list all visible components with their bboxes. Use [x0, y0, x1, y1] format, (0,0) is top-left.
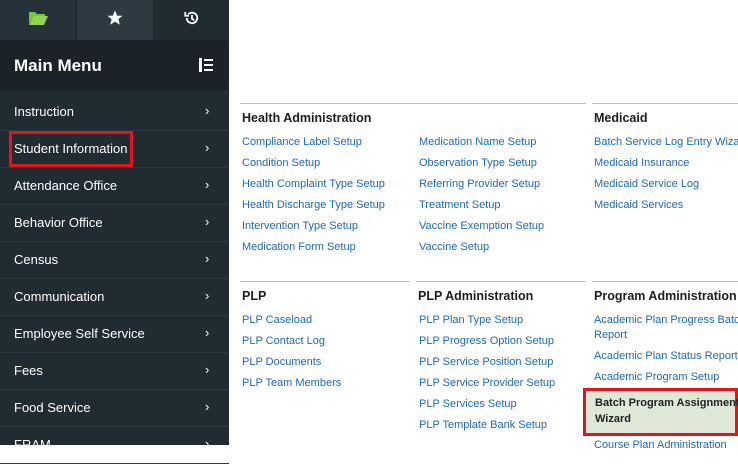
sidebar-item-label: Census	[14, 252, 59, 267]
link-batch-program-assignment-wizard[interactable]: Batch Program Assignment Wizard	[583, 388, 738, 436]
link-medicaid-insurance[interactable]: Medicaid Insurance	[594, 156, 689, 170]
link-health-complaint-type-setup[interactable]: Health Complaint Type Setup	[242, 177, 385, 191]
folder-open-icon	[28, 10, 48, 31]
sidebar-item-label: Instruction	[14, 104, 74, 119]
section-program-administration: Program Administration	[592, 281, 738, 311]
link-vaccine-setup[interactable]: Vaccine Setup	[419, 240, 489, 254]
chevron-right-icon: ›	[205, 399, 210, 414]
highlight-box	[9, 131, 133, 167]
selected-link-line1: Batch Program Assignment	[595, 397, 738, 409]
link-health-discharge-type-setup[interactable]: Health Discharge Type Setup	[242, 198, 385, 212]
sidebar-item-employee-self-service[interactable]: Employee Self Service ›	[0, 316, 229, 353]
sidebar-item-food-service[interactable]: Food Service ›	[0, 390, 229, 427]
link-plp-service-position-setup[interactable]: PLP Service Position Setup	[419, 355, 553, 369]
section-divider	[240, 281, 410, 282]
sidebar-item-census[interactable]: Census ›	[0, 242, 229, 279]
selected-link-line2: Wizard	[595, 413, 631, 425]
section-divider	[416, 281, 586, 282]
chevron-right-icon: ›	[205, 362, 210, 377]
section-medicaid: Medicaid	[592, 103, 738, 133]
section-divider	[592, 103, 738, 104]
history-icon	[183, 9, 201, 32]
section-title: Medicaid	[594, 111, 648, 125]
section-title: PLP Administration	[418, 289, 534, 303]
sidebar-item-label: Attendance Office	[14, 178, 118, 193]
chevron-right-icon: ›	[205, 325, 210, 340]
link-plp-documents[interactable]: PLP Documents	[242, 355, 321, 369]
sidebar-item-label: Employee Self Service	[14, 326, 145, 341]
sidebar-item-fram[interactable]: FRAM ›	[0, 427, 229, 464]
link-referring-provider-setup[interactable]: Referring Provider Setup	[419, 177, 540, 191]
link-academic-program-setup[interactable]: Academic Program Setup	[594, 370, 719, 384]
section-plp: PLP	[240, 281, 410, 311]
chevron-right-icon: ›	[205, 177, 210, 192]
link-compliance-label-setup[interactable]: Compliance Label Setup	[242, 135, 362, 149]
section-title: Program Administration	[594, 289, 737, 303]
chevron-right-icon: ›	[205, 436, 210, 451]
sidebar-item-fees[interactable]: Fees ›	[0, 353, 229, 390]
link-plp-progress-option-setup[interactable]: PLP Progress Option Setup	[419, 334, 554, 348]
sidebar-tab-bar	[0, 0, 229, 40]
link-observation-type-setup[interactable]: Observation Type Setup	[419, 156, 537, 170]
link-course-plan-administration[interactable]: Course Plan Administration	[594, 438, 727, 452]
chevron-right-icon: ›	[205, 103, 210, 118]
link-intervention-type-setup[interactable]: Intervention Type Setup	[242, 219, 358, 233]
star-icon	[106, 9, 124, 32]
link-plp-caseload[interactable]: PLP Caseload	[242, 313, 312, 327]
link-plp-team-members[interactable]: PLP Team Members	[242, 376, 341, 390]
link-academic-plan-progress-batch-line1[interactable]: Academic Plan Progress Batch	[594, 313, 738, 327]
section-title: Health Administration	[242, 111, 372, 125]
sidebar-item-label: Behavior Office	[14, 215, 103, 230]
main-menu-title: Main Menu	[14, 56, 102, 75]
tab-favorites[interactable]	[77, 0, 153, 40]
link-batch-service-log-entry-wizard[interactable]: Batch Service Log Entry Wizard	[594, 135, 738, 149]
tab-folder[interactable]	[0, 0, 76, 40]
section-title: PLP	[242, 289, 267, 303]
link-plp-template-bank-setup[interactable]: PLP Template Bank Setup	[419, 418, 547, 432]
sidebar-item-label: Fees	[14, 363, 43, 378]
sidebar-item-label: Food Service	[14, 400, 91, 415]
section-divider	[240, 103, 586, 104]
link-condition-setup[interactable]: Condition Setup	[242, 156, 320, 170]
sidebar-item-behavior-office[interactable]: Behavior Office ›	[0, 205, 229, 242]
link-medicaid-service-log[interactable]: Medicaid Service Log	[594, 177, 699, 191]
link-vaccine-exemption-setup[interactable]: Vaccine Exemption Setup	[419, 219, 544, 233]
chevron-right-icon: ›	[205, 214, 210, 229]
link-plp-services-setup[interactable]: PLP Services Setup	[419, 397, 517, 411]
link-academic-plan-status-report[interactable]: Academic Plan Status Report	[594, 349, 738, 363]
sidebar-item-communication[interactable]: Communication ›	[0, 279, 229, 316]
sidebar-item-label: Communication	[14, 289, 105, 304]
tree-view-icon[interactable]	[199, 58, 213, 77]
link-plp-contact-log[interactable]: PLP Contact Log	[242, 334, 325, 348]
tab-history[interactable]	[154, 0, 229, 40]
link-medication-name-setup[interactable]: Medication Name Setup	[419, 135, 536, 149]
chevron-right-icon: ›	[205, 288, 210, 303]
link-medicaid-services[interactable]: Medicaid Services	[594, 198, 683, 212]
chevron-right-icon: ›	[205, 140, 210, 155]
main-menu-header: Main Menu	[0, 40, 229, 90]
section-divider	[592, 281, 738, 282]
link-medication-form-setup[interactable]: Medication Form Setup	[242, 240, 356, 254]
chevron-right-icon: ›	[205, 251, 210, 266]
sidebar-item-instruction[interactable]: Instruction ›	[0, 94, 229, 131]
link-plp-service-provider-setup[interactable]: PLP Service Provider Setup	[419, 376, 555, 390]
section-health-administration: Health Administration	[240, 103, 586, 133]
section-plp-administration: PLP Administration	[416, 281, 586, 311]
sidebar: Main Menu Instruction › Student Informat…	[0, 0, 229, 464]
link-plp-plan-type-setup[interactable]: PLP Plan Type Setup	[419, 313, 523, 327]
sidebar-item-attendance-office[interactable]: Attendance Office ›	[0, 168, 229, 205]
link-treatment-setup[interactable]: Treatment Setup	[419, 198, 501, 212]
link-academic-plan-progress-batch-line2[interactable]: Report	[594, 328, 627, 342]
